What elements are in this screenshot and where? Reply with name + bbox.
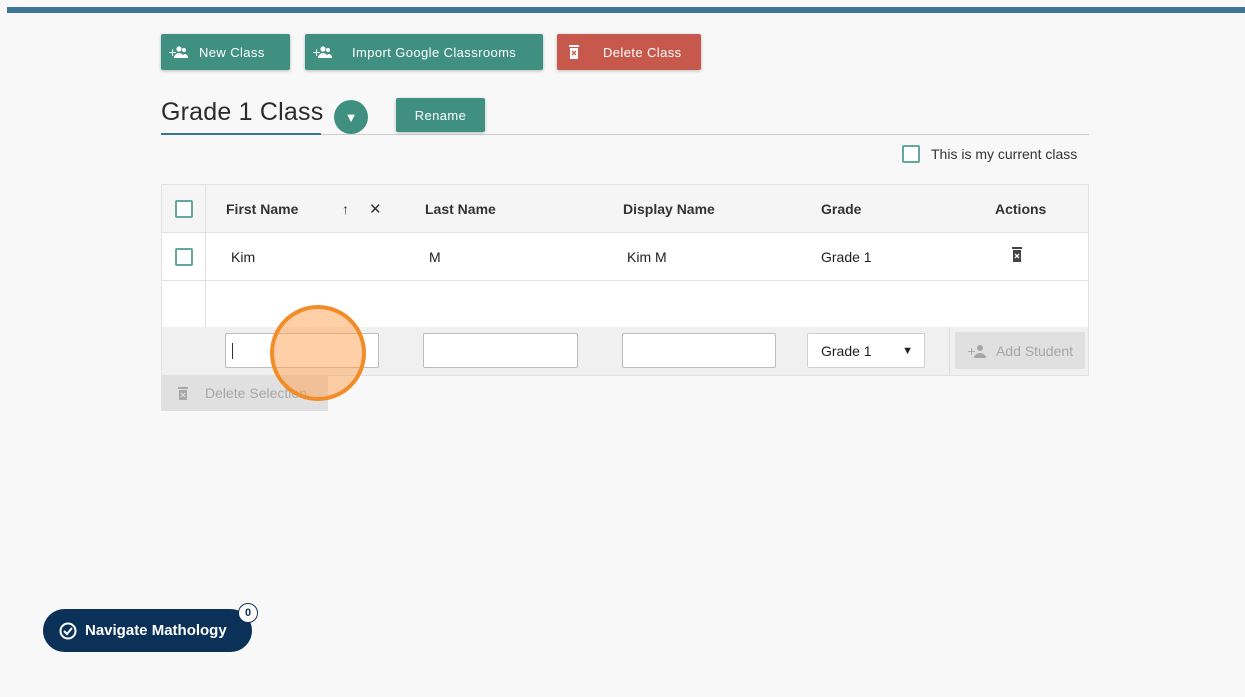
navigate-mathology-label: Navigate Mathology [85,622,227,639]
dropdown-arrow-icon: ▼ [902,344,913,357]
column-header-label: Actions [995,200,1047,217]
row-checkbox[interactable] [174,247,193,266]
column-header-label: First Name [226,200,299,217]
delete-selection-button[interactable]: Delete Selection [161,375,328,411]
first-name-input[interactable] [225,333,379,368]
delete-icon [1011,247,1023,266]
delete-class-label: Delete Class [603,44,682,60]
grade-select-value: Grade 1 [821,342,872,359]
empty-select-cell [162,281,206,327]
student-table: First Name ↑ ✕ Last Name Display Name Gr… [161,184,1089,376]
table-header: First Name ↑ ✕ Last Name Display Name Gr… [162,185,1088,233]
delete-icon [161,386,205,400]
column-header-label: Grade [821,200,862,217]
add-person-icon: + [967,344,986,358]
class-dropdown-button[interactable]: ▼ [334,100,368,134]
select-all-cell [162,185,206,232]
column-header-label: Last Name [425,200,496,217]
display-name-input[interactable] [622,333,776,368]
delete-student-button[interactable] [1011,233,1023,280]
rename-label: Rename [414,107,467,123]
entry-spacer [162,327,206,375]
navigate-mathology-button[interactable]: Navigate Mathology [43,609,252,652]
title-divider [321,134,1089,135]
chevron-down-icon: ▼ [344,109,358,125]
add-student-label: Add Student [995,342,1074,359]
top-accent-bar [7,7,1245,13]
select-all-checkbox[interactable] [174,199,193,218]
current-class-checkbox[interactable] [902,145,920,163]
sort-ascending-icon[interactable]: ↑ [342,185,349,232]
current-class-toggle[interactable]: This is my current class [902,145,1077,163]
add-group-icon: + [161,45,195,59]
class-title: Grade 1 Class [161,98,323,127]
delete-icon [557,45,591,59]
check-circle-icon [59,622,77,639]
column-header-display-name[interactable]: Display Name [623,185,715,232]
grade-select[interactable]: Grade 1 ▼ [807,333,925,368]
delete-class-button[interactable]: Delete Class [557,34,701,70]
display-name-cell[interactable]: Kim M [627,233,667,280]
current-class-label: This is my current class [931,146,1078,162]
column-header-actions: Actions [995,185,1046,232]
new-class-label: New Class [199,44,265,60]
empty-row [162,281,1088,327]
import-label: Import Google Classrooms [352,44,517,60]
column-header-label: Display Name [623,200,715,217]
last-name-input[interactable] [423,333,578,368]
title-underline [161,133,321,135]
column-divider [949,327,950,375]
table-row: Kim M Kim M Grade 1 [162,233,1088,281]
import-google-classrooms-button[interactable]: + Import Google Classrooms [305,34,543,70]
column-header-grade[interactable]: Grade [821,185,861,232]
last-name-cell[interactable]: M [429,233,441,280]
grade-cell[interactable]: Grade 1 [821,233,872,280]
row-select-cell [162,233,206,280]
first-name-cell[interactable]: Kim [231,233,255,280]
clear-sort-icon[interactable]: ✕ [369,185,382,232]
add-student-button[interactable]: + Add Student [955,332,1085,369]
delete-selection-label: Delete Selection [205,385,307,401]
notification-badge: 0 [238,603,258,623]
text-cursor [232,342,233,359]
class-title-text: Grade 1 Class [161,98,324,126]
column-header-first-name[interactable]: First Name [226,185,298,232]
add-group-icon: + [305,45,339,59]
column-header-last-name[interactable]: Last Name [425,185,496,232]
new-student-row: Grade 1 ▼ + Add Student [162,327,1088,375]
new-class-button[interactable]: + New Class [161,34,290,70]
rename-button[interactable]: Rename [396,98,485,132]
